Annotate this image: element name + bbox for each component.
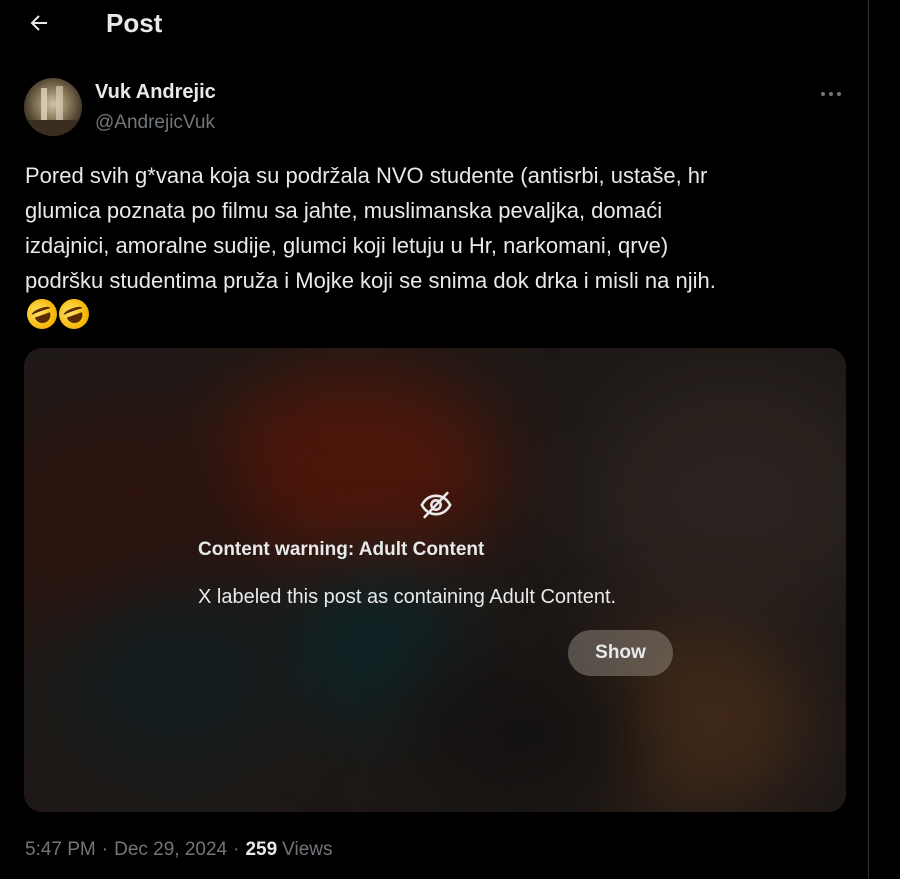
post-time[interactable]: 5:47 PM (25, 839, 96, 861)
show-content-button[interactable]: Show (568, 630, 673, 676)
post-metadata: 5:47 PM · Dec 29, 2024 · 259 Views (25, 839, 333, 861)
avatar[interactable] (24, 78, 82, 136)
views-count[interactable]: 259 (245, 839, 277, 861)
content-warning-title: Content warning: Adult Content (198, 539, 485, 560)
eye-slash-icon (420, 491, 452, 519)
arrow-left-icon (30, 15, 47, 31)
views-label[interactable]: Views (282, 839, 332, 861)
blurred-media[interactable]: Content warning: Adult Content X labeled… (24, 348, 846, 812)
author-name[interactable]: Vuk Andrejic (95, 81, 216, 104)
page-header: Post (0, 0, 869, 46)
more-options-button[interactable] (812, 80, 850, 108)
back-button[interactable] (22, 6, 56, 40)
post-text: Pored svih g*vana koja su podržala NVO s… (25, 163, 716, 293)
rolling-on-floor-laughing-emoji (54, 294, 94, 334)
rolling-on-floor-laughing-emoji (22, 294, 62, 334)
meta-separator: · (233, 839, 240, 860)
post-date[interactable]: Dec 29, 2024 (114, 839, 227, 861)
content-warning-text: X labeled this post as containing Adult … (198, 586, 617, 608)
meta-separator: · (101, 839, 109, 860)
more-horizontal-icon (821, 92, 841, 96)
emoji-row (22, 294, 94, 334)
media-overlay (24, 348, 846, 812)
post-column: Post Vuk Andrejic @AndrejicVuk Pored svi… (0, 0, 869, 879)
page-title: Post (106, 8, 163, 38)
avatar-detail (24, 120, 82, 136)
author-handle[interactable]: @AndrejicVuk (95, 112, 215, 134)
